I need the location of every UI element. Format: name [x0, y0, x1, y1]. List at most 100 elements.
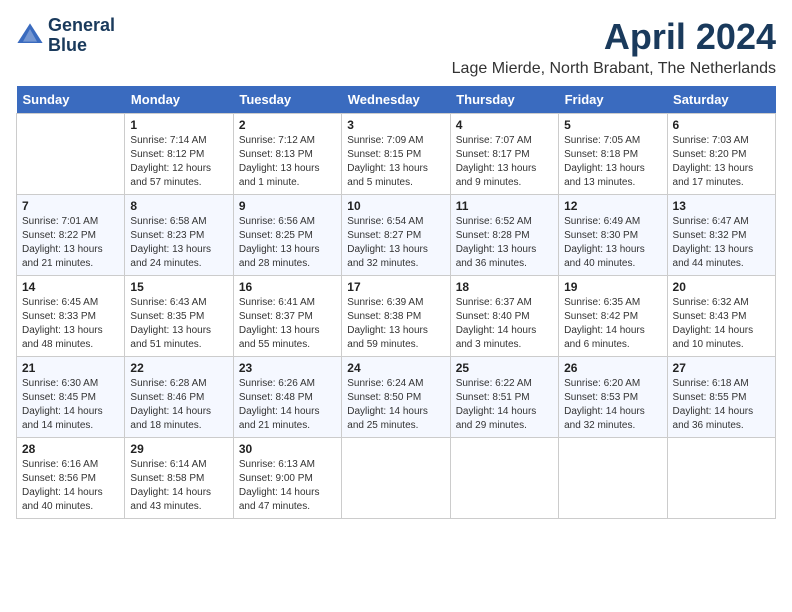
- day-info: Sunrise: 6:58 AMSunset: 8:23 PMDaylight:…: [130, 215, 227, 271]
- title-area: April 2024 Lage Mierde, North Brabant, T…: [452, 16, 776, 78]
- day-info: Sunrise: 6:56 AMSunset: 8:25 PMDaylight:…: [239, 215, 336, 271]
- day-info: Sunrise: 6:22 AMSunset: 8:51 PMDaylight:…: [456, 377, 553, 433]
- day-number: 6: [673, 118, 770, 132]
- subtitle: Lage Mierde, North Brabant, The Netherla…: [452, 60, 776, 78]
- day-info: Sunrise: 7:09 AMSunset: 8:15 PMDaylight:…: [347, 134, 444, 190]
- day-number: 17: [347, 280, 444, 294]
- day-info: Sunrise: 6:13 AMSunset: 9:00 PMDaylight:…: [239, 458, 336, 514]
- calendar-cell: 30Sunrise: 6:13 AMSunset: 9:00 PMDayligh…: [233, 438, 341, 519]
- weekday-tuesday: Tuesday: [233, 86, 341, 114]
- weekday-header-row: SundayMondayTuesdayWednesdayThursdayFrid…: [17, 86, 776, 114]
- calendar-week-row: 14Sunrise: 6:45 AMSunset: 8:33 PMDayligh…: [17, 276, 776, 357]
- day-info: Sunrise: 7:14 AMSunset: 8:12 PMDaylight:…: [130, 134, 227, 190]
- day-number: 4: [456, 118, 553, 132]
- day-number: 24: [347, 361, 444, 375]
- header: General Blue April 2024 Lage Mierde, Nor…: [16, 16, 776, 78]
- calendar-cell: 28 Sunrise: 6:16 AMSunset: 8:56 PMDayligh…: [17, 438, 125, 519]
- day-number: 18: [456, 280, 553, 294]
- weekday-monday: Monday: [125, 86, 233, 114]
- calendar-cell: 7Sunrise: 7:01 AMSunset: 8:22 PMDaylight…: [17, 195, 125, 276]
- weekday-sunday: Sunday: [17, 86, 125, 114]
- calendar-cell: 27 Sunrise: 6:18 AMSunset: 8:55 PMDayligh…: [667, 357, 775, 438]
- logo-text: General Blue: [48, 16, 115, 56]
- calendar-cell: 21Sunrise: 6:30 AMSunset: 8:45 PMDayligh…: [17, 357, 125, 438]
- day-number: 27: [673, 361, 770, 375]
- day-info: Sunrise: 6:20 AMSunset: 8:53 PMDaylight:…: [564, 377, 661, 433]
- calendar-cell: 1 Sunrise: 7:14 AMSunset: 8:12 PMDaylight…: [125, 114, 233, 195]
- day-info: Sunrise: 6:26 AMSunset: 8:48 PMDaylight:…: [239, 377, 336, 433]
- calendar-cell: 15 Sunrise: 6:43 AMSunset: 8:35 PMDayligh…: [125, 276, 233, 357]
- day-number: 14: [22, 280, 119, 294]
- calendar-cell: [450, 438, 558, 519]
- day-number: 10: [347, 199, 444, 213]
- day-number: 16: [239, 280, 336, 294]
- day-number: 2: [239, 118, 336, 132]
- day-number: 29: [130, 442, 227, 456]
- day-info: Sunrise: 6:18 AMSunset: 8:55 PMDaylight:…: [673, 377, 770, 433]
- day-info: Sunrise: 6:32 AMSunset: 8:43 PMDaylight:…: [673, 296, 770, 352]
- calendar-cell: 25 Sunrise: 6:22 AMSunset: 8:51 PMDayligh…: [450, 357, 558, 438]
- weekday-wednesday: Wednesday: [342, 86, 450, 114]
- calendar-table: SundayMondayTuesdayWednesdayThursdayFrid…: [16, 86, 776, 519]
- weekday-saturday: Saturday: [667, 86, 775, 114]
- day-info: Sunrise: 7:05 AMSunset: 8:18 PMDaylight:…: [564, 134, 661, 190]
- day-info: Sunrise: 6:47 AMSunset: 8:32 PMDaylight:…: [673, 215, 770, 271]
- day-number: 1: [130, 118, 227, 132]
- calendar-cell: 29 Sunrise: 6:14 AMSunset: 8:58 PMDayligh…: [125, 438, 233, 519]
- calendar-cell: 10 Sunrise: 6:54 AMSunset: 8:27 PMDayligh…: [342, 195, 450, 276]
- calendar-cell: 26 Sunrise: 6:20 AMSunset: 8:53 PMDayligh…: [559, 357, 667, 438]
- calendar-cell: [667, 438, 775, 519]
- day-info: Sunrise: 6:39 AMSunset: 8:38 PMDaylight:…: [347, 296, 444, 352]
- calendar-cell: 12 Sunrise: 6:49 AMSunset: 8:30 PMDayligh…: [559, 195, 667, 276]
- main-title: April 2024: [452, 16, 776, 58]
- calendar-cell: 4Sunrise: 7:07 AMSunset: 8:17 PMDaylight…: [450, 114, 558, 195]
- day-info: Sunrise: 6:52 AMSunset: 8:28 PMDaylight:…: [456, 215, 553, 271]
- calendar-cell: 23 Sunrise: 6:26 AMSunset: 8:48 PMDayligh…: [233, 357, 341, 438]
- day-number: 23: [239, 361, 336, 375]
- day-number: 22: [130, 361, 227, 375]
- day-info: Sunrise: 6:37 AMSunset: 8:40 PMDaylight:…: [456, 296, 553, 352]
- day-number: 5: [564, 118, 661, 132]
- day-number: 3: [347, 118, 444, 132]
- day-info: Sunrise: 7:12 AMSunset: 8:13 PMDaylight:…: [239, 134, 336, 190]
- calendar-cell: 20Sunrise: 6:32 AMSunset: 8:43 PMDayligh…: [667, 276, 775, 357]
- day-info: Sunrise: 6:35 AMSunset: 8:42 PMDaylight:…: [564, 296, 661, 352]
- weekday-thursday: Thursday: [450, 86, 558, 114]
- day-number: 7: [22, 199, 119, 213]
- calendar-cell: 8 Sunrise: 6:58 AMSunset: 8:23 PMDaylight…: [125, 195, 233, 276]
- calendar-cell: [559, 438, 667, 519]
- calendar-week-row: 1 Sunrise: 7:14 AMSunset: 8:12 PMDaylight…: [17, 114, 776, 195]
- calendar-week-row: 21Sunrise: 6:30 AMSunset: 8:45 PMDayligh…: [17, 357, 776, 438]
- day-info: Sunrise: 6:54 AMSunset: 8:27 PMDaylight:…: [347, 215, 444, 271]
- day-number: 12: [564, 199, 661, 213]
- day-number: 26: [564, 361, 661, 375]
- calendar-cell: 19 Sunrise: 6:35 AMSunset: 8:42 PMDayligh…: [559, 276, 667, 357]
- day-info: Sunrise: 6:43 AMSunset: 8:35 PMDaylight:…: [130, 296, 227, 352]
- calendar-cell: [17, 114, 125, 195]
- calendar-cell: 24Sunrise: 6:24 AMSunset: 8:50 PMDayligh…: [342, 357, 450, 438]
- day-number: 25: [456, 361, 553, 375]
- day-info: Sunrise: 6:41 AMSunset: 8:37 PMDaylight:…: [239, 296, 336, 352]
- day-info: Sunrise: 6:28 AMSunset: 8:46 PMDaylight:…: [130, 377, 227, 433]
- calendar-cell: 22 Sunrise: 6:28 AMSunset: 8:46 PMDayligh…: [125, 357, 233, 438]
- day-info: Sunrise: 6:14 AMSunset: 8:58 PMDaylight:…: [130, 458, 227, 514]
- day-number: 15: [130, 280, 227, 294]
- calendar-cell: 11 Sunrise: 6:52 AMSunset: 8:28 PMDayligh…: [450, 195, 558, 276]
- day-info: Sunrise: 6:49 AMSunset: 8:30 PMDaylight:…: [564, 215, 661, 271]
- weekday-friday: Friday: [559, 86, 667, 114]
- day-info: Sunrise: 6:16 AMSunset: 8:56 PMDaylight:…: [22, 458, 119, 514]
- calendar-week-row: 7Sunrise: 7:01 AMSunset: 8:22 PMDaylight…: [17, 195, 776, 276]
- day-number: 19: [564, 280, 661, 294]
- calendar-cell: 9 Sunrise: 6:56 AMSunset: 8:25 PMDaylight…: [233, 195, 341, 276]
- day-number: 28: [22, 442, 119, 456]
- calendar-cell: 14Sunrise: 6:45 AMSunset: 8:33 PMDayligh…: [17, 276, 125, 357]
- day-info: Sunrise: 6:30 AMSunset: 8:45 PMDaylight:…: [22, 377, 119, 433]
- calendar-cell: 3 Sunrise: 7:09 AMSunset: 8:15 PMDaylight…: [342, 114, 450, 195]
- calendar-week-row: 28 Sunrise: 6:16 AMSunset: 8:56 PMDayligh…: [17, 438, 776, 519]
- day-number: 9: [239, 199, 336, 213]
- calendar-cell: [342, 438, 450, 519]
- day-number: 11: [456, 199, 553, 213]
- calendar-cell: 2 Sunrise: 7:12 AMSunset: 8:13 PMDaylight…: [233, 114, 341, 195]
- logo-icon: [16, 22, 44, 50]
- day-number: 8: [130, 199, 227, 213]
